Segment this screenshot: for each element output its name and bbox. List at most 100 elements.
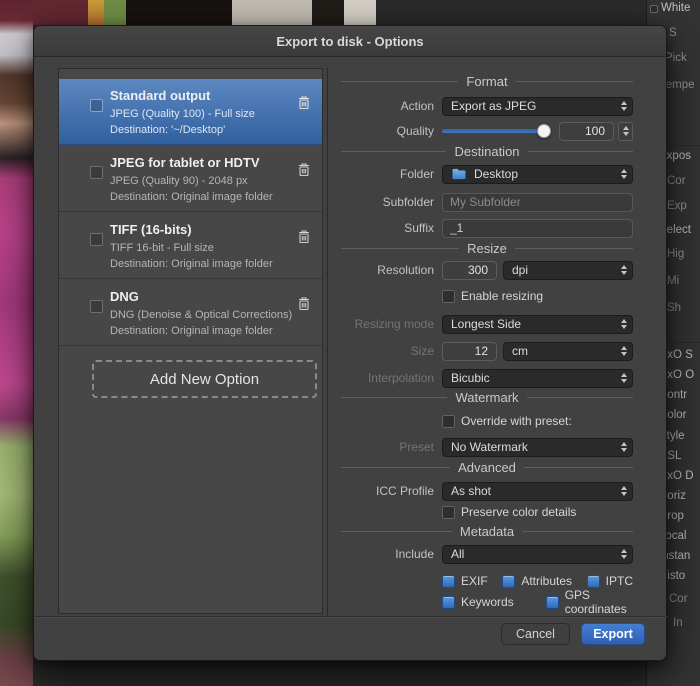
thumbnail-image: [88, 0, 104, 25]
include-label: Include: [144, 547, 434, 561]
sidebar-item-shadows[interactable]: Sh: [667, 302, 681, 314]
preserve-color-details-label: Preserve color details: [461, 505, 576, 519]
preset-checkbox[interactable]: [90, 99, 103, 112]
quality-input[interactable]: [559, 122, 614, 141]
override-with-preset-checkbox[interactable]: [442, 415, 455, 428]
footer-divider: [34, 616, 668, 617]
size-unit-value: cm: [512, 344, 621, 358]
gps-coordinates-label: GPS coordinates: [565, 588, 633, 616]
gps-coordinates-checkbox[interactable]: [546, 596, 559, 609]
thumbnail-image: [312, 0, 344, 25]
iptc-checkbox[interactable]: [587, 575, 600, 588]
action-label: Action: [144, 99, 434, 113]
size-label: Size: [144, 344, 434, 358]
suffix-input[interactable]: [442, 219, 633, 238]
enable-resizing-label: Enable resizing: [461, 289, 543, 303]
sidebar-item-correction2[interactable]: Cor: [669, 593, 688, 605]
sidebar-item-in[interactable]: In: [673, 617, 683, 629]
sidebar-item-pick[interactable]: Pick: [665, 52, 687, 64]
white-balance-checkbox[interactable]: [650, 5, 658, 13]
dropdown-arrows-icon: [621, 549, 627, 559]
section-header-destination: Destination: [341, 143, 633, 159]
folder-label: Folder: [144, 167, 434, 181]
export-button-label: Export: [593, 627, 633, 641]
action-value: Export as JPEG: [451, 99, 621, 113]
attributes-checkbox[interactable]: [502, 575, 515, 588]
thumbnail-image: [104, 0, 126, 25]
export-button[interactable]: Export: [581, 623, 645, 645]
interpolation-dropdown[interactable]: Bicubic: [442, 369, 633, 388]
preset-checkbox[interactable]: [90, 233, 103, 246]
resizing-mode-label: Resizing mode: [144, 317, 434, 331]
quality-slider[interactable]: [442, 129, 549, 133]
quality-stepper[interactable]: [618, 122, 633, 141]
override-with-preset-label: Override with preset:: [461, 414, 572, 428]
sidebar-item-midtones[interactable]: Mi: [667, 275, 679, 287]
preset-format-line: TIFF 16-bit - Full size: [110, 240, 273, 256]
watermark-preset-dropdown[interactable]: No Watermark: [442, 438, 633, 457]
preset-checkbox[interactable]: [90, 166, 103, 179]
cancel-button[interactable]: Cancel: [501, 623, 570, 645]
include-value: All: [451, 547, 621, 561]
cancel-button-label: Cancel: [516, 627, 555, 641]
thumbnail-image: [344, 0, 376, 25]
preserve-color-details-checkbox[interactable]: [442, 506, 455, 519]
section-label: Watermark: [455, 390, 518, 405]
preset-checkbox[interactable]: [90, 300, 103, 313]
attributes-label: Attributes: [521, 574, 572, 588]
dropdown-arrows-icon: [621, 442, 627, 452]
dropdown-arrows-icon: [621, 101, 627, 111]
section-label: Advanced: [458, 460, 516, 475]
iptc-checkbox-item: IPTC: [587, 574, 633, 588]
thumbnail-image: [126, 0, 232, 25]
watermark-preset-value: No Watermark: [451, 440, 621, 454]
interpolation-value: Bicubic: [451, 371, 621, 385]
section-label: Resize: [467, 241, 507, 256]
suffix-label: Suffix: [144, 221, 434, 235]
dropdown-arrows-icon: [621, 319, 627, 329]
subfolder-label: Subfolder: [144, 195, 434, 209]
include-dropdown[interactable]: All: [442, 545, 633, 564]
size-input[interactable]: [442, 342, 497, 361]
dialog-title: Export to disk - Options: [276, 34, 423, 49]
enable-resizing-checkbox[interactable]: [442, 290, 455, 303]
dropdown-arrows-icon: [621, 486, 627, 496]
sidebar-item-exp[interactable]: Exp: [667, 200, 687, 212]
subfolder-input[interactable]: [442, 193, 633, 212]
resolution-unit-dropdown[interactable]: dpi: [503, 261, 633, 280]
size-unit-dropdown[interactable]: cm: [503, 342, 633, 361]
section-label: Format: [466, 74, 507, 89]
exif-label: EXIF: [461, 574, 488, 588]
quality-slider-thumb[interactable]: [537, 124, 551, 138]
resolution-label: Resolution: [144, 263, 434, 277]
gps-coordinates-checkbox-item: GPS coordinates: [546, 588, 633, 616]
sidebar-item-white-balance[interactable]: White: [661, 2, 690, 14]
section-header-advanced: Advanced: [341, 459, 633, 475]
section-header-format: Format: [341, 73, 633, 89]
section-label: Metadata: [460, 524, 514, 539]
dropdown-arrows-icon: [621, 346, 627, 356]
keywords-checkbox[interactable]: [442, 596, 455, 609]
iptc-label: IPTC: [606, 574, 633, 588]
action-dropdown[interactable]: Export as JPEG: [442, 97, 633, 116]
thumbnail-image: [33, 0, 88, 25]
dialog-titlebar[interactable]: Export to disk - Options: [34, 26, 666, 57]
preset-label: Preset: [144, 440, 434, 454]
resolution-input[interactable]: [442, 261, 497, 280]
section-header-resize: Resize: [341, 240, 633, 256]
filmstrip-thumbnails: [33, 0, 700, 25]
export-options-dialog: Export to disk - Options Standard output…: [33, 25, 667, 661]
folder-dropdown[interactable]: Desktop: [442, 165, 633, 184]
exif-checkbox[interactable]: [442, 575, 455, 588]
thumbnail-image: [232, 0, 312, 25]
sidebar-item-correction[interactable]: Cor: [667, 175, 686, 187]
exif-checkbox-item: EXIF: [442, 574, 488, 588]
resizing-mode-dropdown[interactable]: Longest Side: [442, 315, 633, 334]
attributes-checkbox-item: Attributes: [502, 574, 572, 588]
sidebar-item-highlights[interactable]: Hig: [667, 248, 684, 260]
dropdown-arrows-icon: [621, 169, 627, 179]
icc-profile-dropdown[interactable]: As shot: [442, 482, 633, 501]
interpolation-label: Interpolation: [144, 371, 434, 385]
dropdown-arrows-icon: [621, 265, 627, 275]
sidebar-item[interactable]: S: [669, 27, 677, 39]
